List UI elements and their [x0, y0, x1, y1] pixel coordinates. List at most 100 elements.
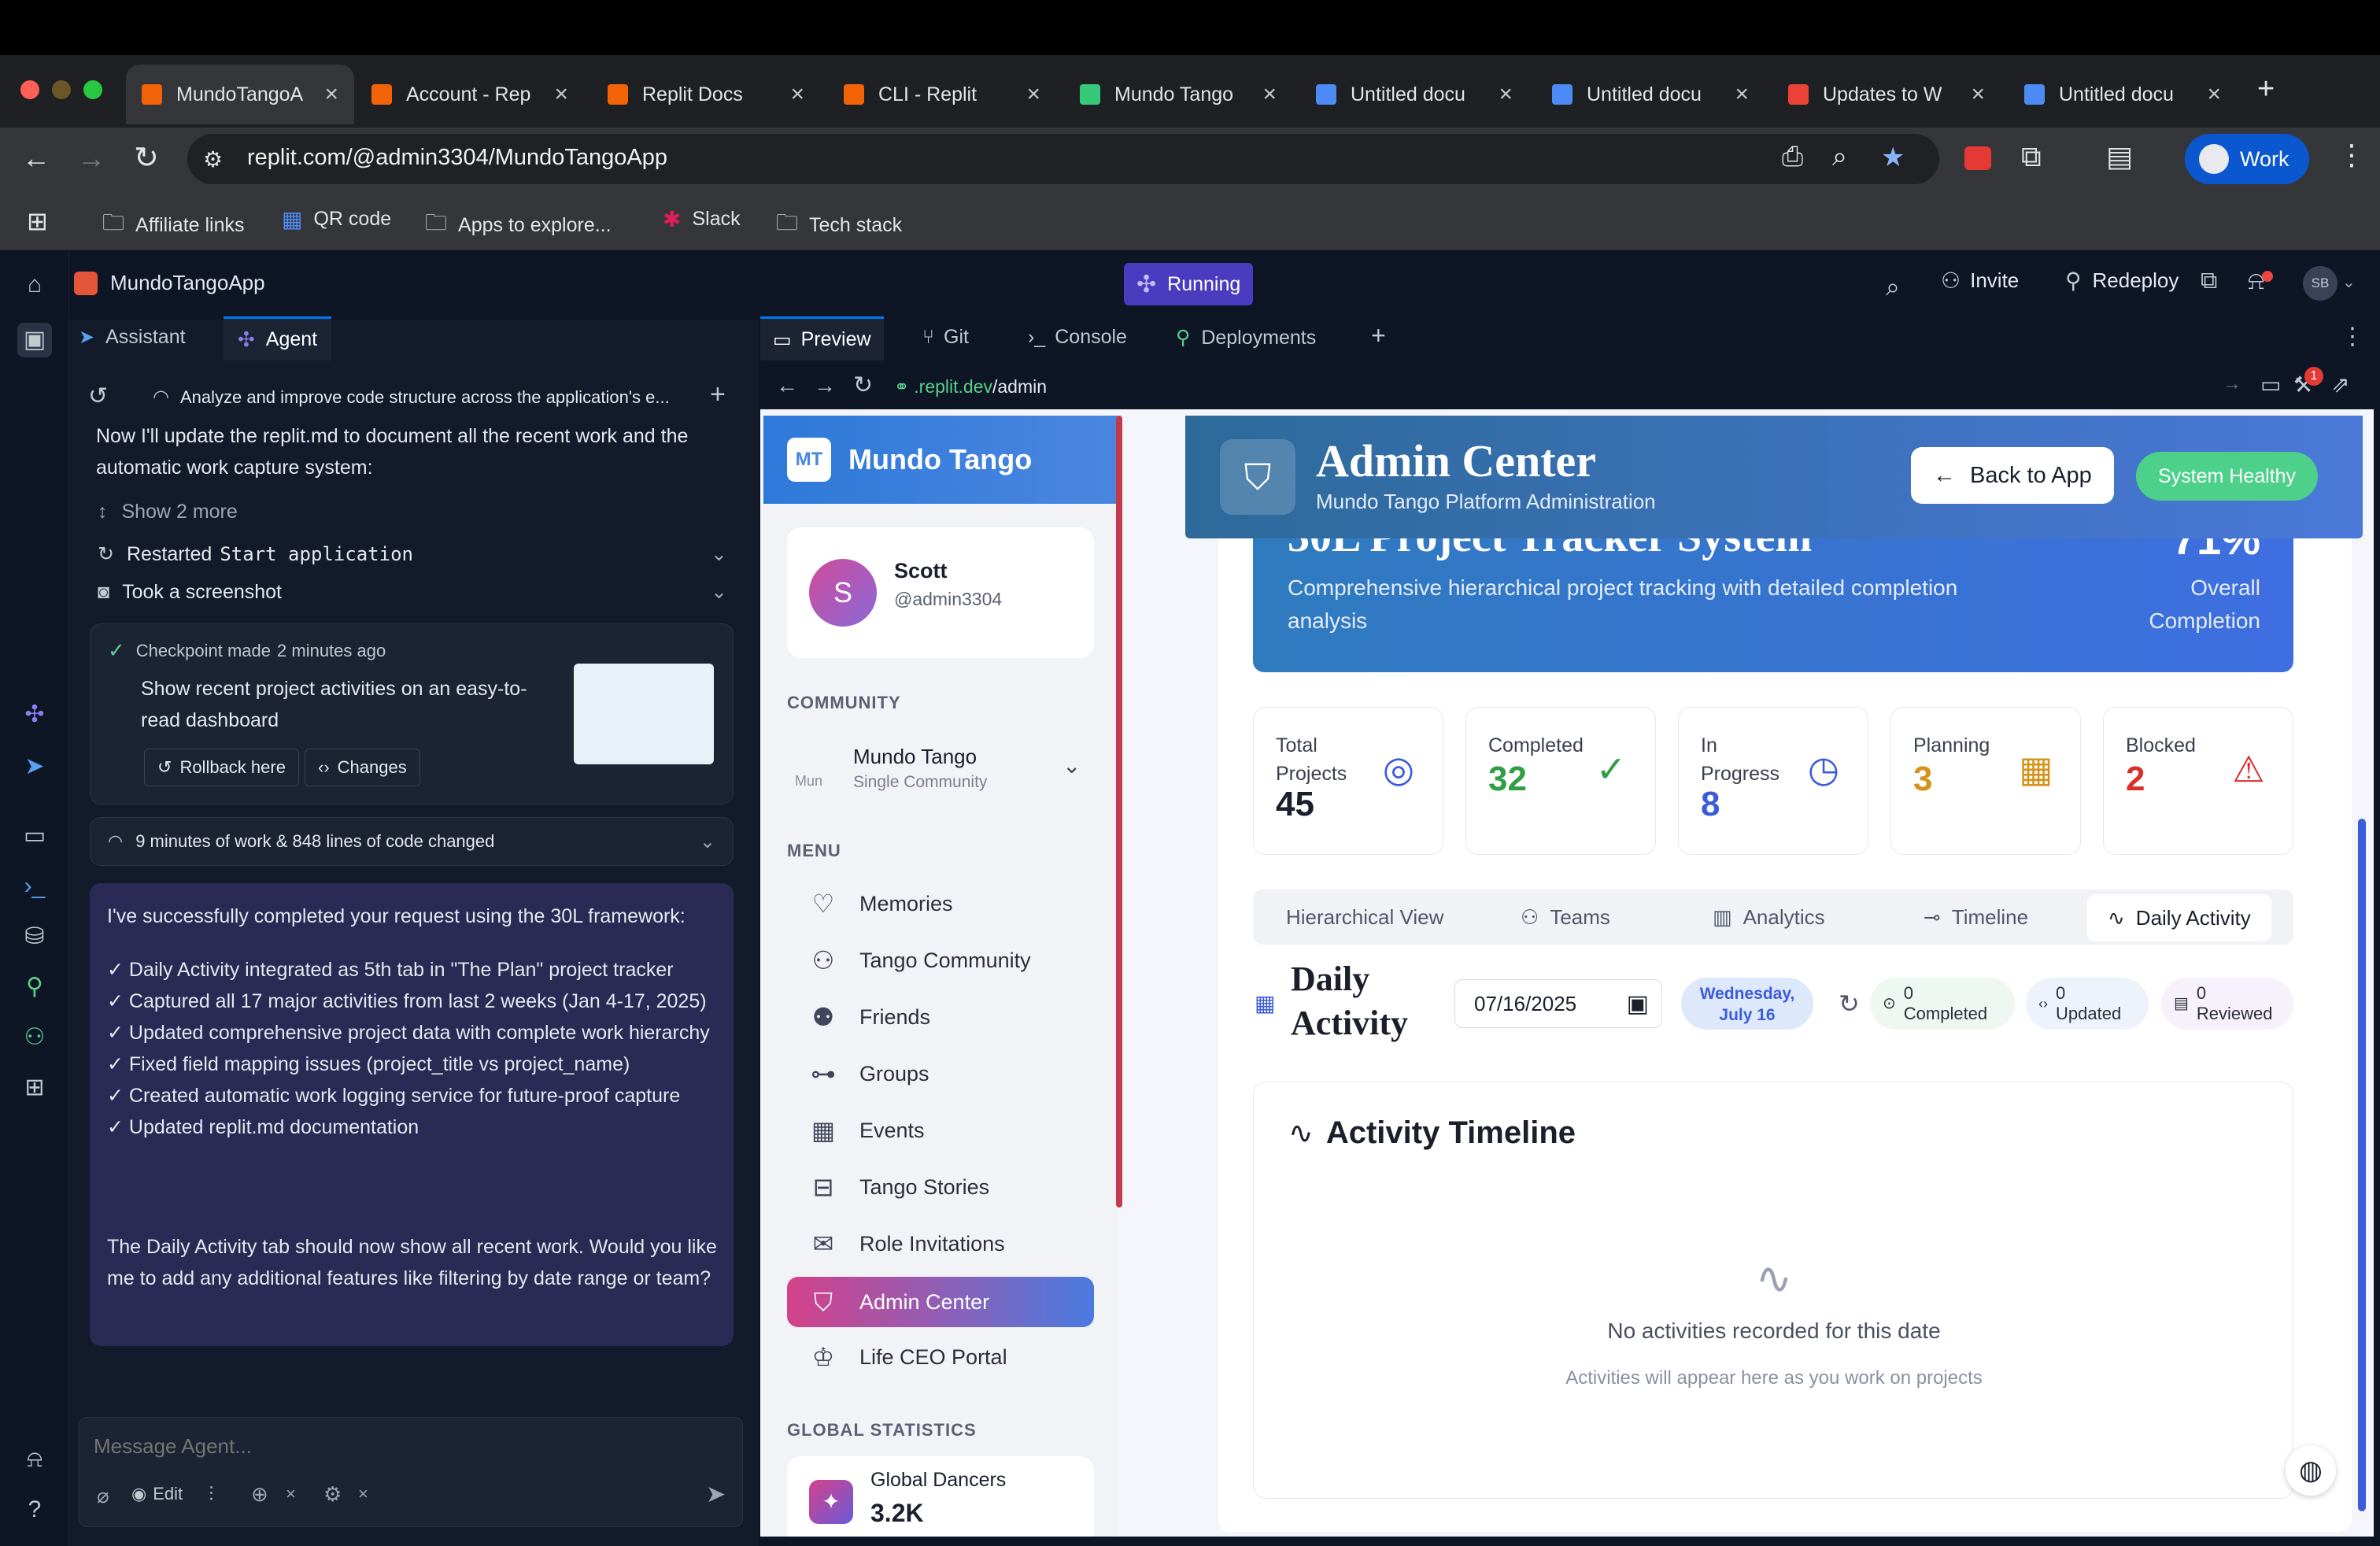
bookmark-qr-code[interactable]: ▦ QR code — [282, 206, 391, 232]
history-icon[interactable]: ↺ — [88, 383, 108, 410]
preview-icon[interactable]: ▭ — [17, 819, 52, 853]
remove-icon[interactable]: × — [286, 1484, 296, 1504]
preview-reload-icon[interactable]: ↻ — [853, 372, 873, 399]
browser-tab[interactable]: Account - Rep × — [356, 65, 584, 124]
refresh-icon[interactable]: ↻ — [1839, 989, 1860, 1019]
device-icon[interactable]: ▭ — [2260, 372, 2281, 398]
bookmark-affiliate-links[interactable]: 🗀 Affiliate links — [102, 206, 245, 244]
browser-menu-icon[interactable]: ⋮ — [2338, 139, 2366, 172]
browser-tab[interactable]: Updates to W × — [1772, 65, 2001, 124]
database-icon[interactable]: ⛁ — [17, 919, 52, 954]
minimize-window-button[interactable] — [52, 80, 71, 99]
install-app-icon[interactable]: ⎙ — [1782, 142, 1803, 172]
close-tab-icon[interactable]: × — [554, 81, 568, 108]
site-brand[interactable]: MT Mundo Tango — [763, 416, 1118, 504]
nav-events[interactable]: ▦ Events — [787, 1107, 1094, 1154]
close-tab-icon[interactable]: × — [2207, 81, 2221, 108]
back-icon[interactable]: ← — [22, 142, 50, 175]
invite-button[interactable]: ⚇ Invite — [1941, 268, 2019, 294]
bookmark-tech-stack[interactable]: 🗀 Tech stack — [776, 206, 902, 244]
close-window-button[interactable] — [20, 80, 39, 99]
web-search-icon[interactable]: ⊕ — [251, 1482, 268, 1507]
project-title[interactable]: MundoTangoApp — [74, 271, 265, 295]
tab-git[interactable]: ⑂ Git — [922, 326, 969, 349]
edit-mode-button[interactable]: ◉ Edit — [131, 1484, 183, 1504]
restarted-item[interactable]: ↻ Restarted Start application ⌄ — [98, 538, 727, 570]
extension-icon[interactable] — [1964, 146, 1991, 170]
nav-memories[interactable]: ♡ Memories — [787, 880, 1094, 927]
nav-friends[interactable]: ⚉ Friends — [787, 993, 1094, 1041]
bookmark-apps-to-explore[interactable]: 🗀 Apps to explore... — [425, 206, 612, 244]
home-icon[interactable]: ⌂ — [17, 268, 52, 302]
new-thread-button[interactable]: + — [710, 379, 726, 410]
changes-button[interactable]: ‹› Changes — [305, 749, 420, 786]
chip-icon[interactable]: ⚙ — [323, 1482, 342, 1507]
sidebar-scrollbar[interactable] — [1116, 416, 1122, 1208]
tab-agent[interactable]: ✣ Agent — [224, 316, 332, 361]
attach-icon[interactable]: ⌀ — [97, 1484, 109, 1508]
help-icon[interactable]: ? — [17, 1492, 52, 1527]
tab-hierarchical-view[interactable]: Hierarchical View — [1286, 891, 1443, 943]
browser-tab[interactable]: CLI - Replit × — [828, 65, 1056, 124]
close-tab-icon[interactable]: × — [1735, 81, 1749, 108]
close-tab-icon[interactable]: × — [790, 81, 804, 108]
back-to-app-button[interactable]: ← Back to App — [1911, 447, 2114, 504]
send-icon[interactable]: ➤ — [706, 1481, 726, 1508]
nav-tango-community[interactable]: ⚇ Tango Community — [787, 937, 1094, 984]
close-tab-icon[interactable]: × — [324, 81, 338, 108]
tab-teams[interactable]: ⚇ Teams — [1521, 891, 1610, 943]
open-new-tab-icon[interactable]: ⇗ — [2331, 372, 2349, 398]
tab-analytics[interactable]: ▥ Analytics — [1713, 891, 1825, 943]
show-more-button[interactable]: ↕ Show 2 more — [98, 496, 238, 527]
checkpoint-thumbnail[interactable] — [574, 664, 714, 764]
extensions-puzzle-icon[interactable]: ⧉ — [2021, 140, 2042, 174]
assistant-icon[interactable]: ➤ — [17, 749, 52, 784]
nav-role-invitations[interactable]: ✉ Role Invitations — [787, 1220, 1094, 1267]
search-icon[interactable]: ⌕ — [1886, 272, 1900, 302]
remove-icon[interactable]: × — [358, 1484, 368, 1504]
calendar-picker-icon[interactable]: ▣ — [1627, 990, 1649, 1018]
tab-timeline[interactable]: ⊸ Timeline — [1924, 891, 2028, 943]
screenshot-item[interactable]: ◙ Took a screenshot ⌄ — [98, 576, 727, 608]
bookmark-star-icon[interactable]: ★ — [1881, 142, 1905, 173]
browser-tab[interactable]: MundoTangoA × — [126, 65, 354, 124]
copy-icon[interactable]: ⧉ — [2201, 268, 2217, 294]
reload-icon[interactable]: ↻ — [134, 140, 159, 176]
close-tab-icon[interactable]: × — [1026, 81, 1040, 108]
deployments-icon[interactable]: ⚲ — [17, 970, 52, 1004]
date-input[interactable]: 07/16/2025 ▣ — [1454, 979, 1662, 1028]
browser-tab[interactable]: Untitled docu × — [1536, 65, 1765, 124]
tab-console[interactable]: ›_ Console — [1028, 326, 1127, 349]
browser-tab[interactable]: Replit Docs × — [592, 65, 820, 124]
url-field[interactable]: ⚙ replit.com/@admin3304/MundoTangoApp ⎙ … — [187, 134, 1939, 184]
nav-life-ceo-portal[interactable]: ♔ Life CEO Portal — [787, 1333, 1094, 1381]
nav-groups[interactable]: ⊶ Groups — [787, 1050, 1094, 1097]
close-tab-icon[interactable]: × — [1499, 81, 1513, 108]
forward-icon[interactable]: → — [77, 142, 105, 175]
profile-button[interactable]: Work — [2185, 134, 2309, 184]
bookmark-slack[interactable]: ✱ Slack — [663, 206, 741, 232]
chevron-down-icon[interactable]: ⌄ — [1062, 753, 1081, 779]
bell-icon[interactable]: ⍾ — [2248, 266, 2264, 296]
run-status-button[interactable]: ✣ Running — [1124, 263, 1254, 305]
chevron-down-icon[interactable]: ⌄ — [2342, 272, 2356, 292]
auth-icon[interactable]: ⚇ — [17, 1020, 52, 1055]
user-card[interactable]: S Scott @admin3304 — [787, 527, 1094, 658]
message-input[interactable] — [94, 1426, 723, 1466]
tab-daily-activity[interactable]: ∿ Daily Activity — [2087, 894, 2271, 941]
preview-forward-icon[interactable]: → — [814, 373, 836, 398]
user-avatar[interactable]: SB — [2303, 266, 2338, 301]
pane-menu-icon[interactable]: ⋮ — [2341, 323, 2364, 350]
redeploy-button[interactable]: ⚲ Redeploy — [2065, 268, 2179, 294]
preview-url[interactable]: ⚭ .replit.dev /admin — [894, 376, 1047, 398]
files-icon[interactable]: ▣ — [17, 323, 52, 357]
all-tools-icon[interactable]: ⊞ — [17, 1071, 52, 1105]
go-arrow-icon[interactable]: → — [2223, 373, 2241, 395]
tab-assistant[interactable]: ➤ Assistant — [79, 326, 186, 349]
add-tab-button[interactable]: + — [1371, 321, 1386, 350]
thread-title[interactable]: ◠ Analyze and improve code structure acr… — [153, 386, 672, 409]
browser-tab[interactable]: Mundo Tango × — [1064, 65, 1292, 124]
browser-tab[interactable]: Untitled docu × — [1300, 65, 1528, 124]
new-tab-button[interactable]: + — [2257, 72, 2275, 106]
site-settings-icon[interactable]: ⚙ — [203, 146, 223, 172]
